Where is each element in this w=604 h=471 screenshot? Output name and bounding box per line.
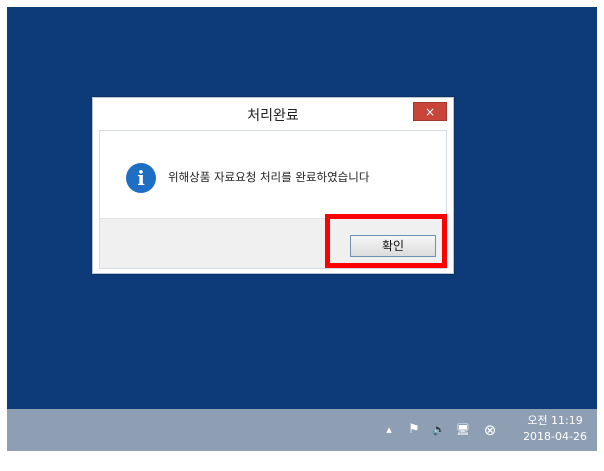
error-icon[interactable]: ⊗ [481, 409, 499, 451]
desktop: 처리완료 × i 위해상품 자료요청 처리를 완료하였습니다 확인 ▴ ⚑ 🔈 … [7, 7, 597, 451]
network-icon[interactable]: 🖥 [454, 409, 472, 451]
taskbar: ▴ ⚑ 🔈 🖥 ⊗ 오전 11:19 2018-04-26 [7, 409, 597, 451]
clock-time: 오전 11:19 [527, 414, 583, 427]
dialog-titlebar[interactable]: 처리완료 × [93, 98, 453, 130]
action-center-flag-icon[interactable]: ⚑ [405, 409, 423, 451]
ok-button-highlight [325, 214, 447, 268]
taskbar-clock[interactable]: 오전 11:19 2018-04-26 [523, 413, 587, 445]
dialog-message: 위해상품 자료요청 처리를 완료하였습니다 [168, 170, 370, 184]
close-icon: × [424, 105, 436, 119]
dialog-body: i 위해상품 자료요청 처리를 완료하였습니다 [99, 130, 447, 219]
info-icon: i [126, 163, 156, 193]
dialog-title: 처리완료 [247, 108, 299, 124]
show-hidden-icons-icon[interactable]: ▴ [381, 409, 397, 451]
clock-date: 2018-04-26 [523, 430, 587, 443]
close-button[interactable]: × [413, 102, 447, 121]
volume-icon[interactable]: 🔈 [430, 409, 448, 451]
